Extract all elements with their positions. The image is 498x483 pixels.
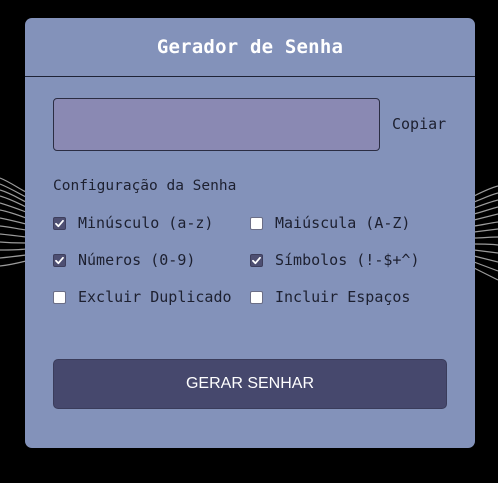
settings-title: Configuração da Senha [53,178,237,194]
password-generator-card: Gerador de Senha Copiar Configuração da … [25,18,475,448]
option-lowercase[interactable]: Minúsculo (a-z) [53,213,213,233]
copy-button[interactable]: Copiar [392,115,446,133]
check-icon [55,219,64,227]
card-header: Gerador de Senha [25,18,475,77]
option-include-spaces[interactable]: Incluir Espaços [250,287,410,307]
option-label: Maiúscula (A-Z) [275,214,411,232]
option-uppercase[interactable]: Maiúscula (A-Z) [250,213,410,233]
option-label: Números (0-9) [78,251,196,269]
checkbox-lowercase[interactable] [53,216,66,230]
option-exclude-duplicate[interactable]: Excluir Duplicado [53,287,232,307]
option-label: Minúsculo (a-z) [78,214,214,232]
option-label: Incluir Espaços [275,288,411,306]
page-title: Gerador de Senha [156,36,344,58]
check-icon [252,256,261,264]
option-symbols[interactable]: Símbolos (!-$+^) [250,250,420,270]
checkbox-exclude-duplicate[interactable] [53,290,66,304]
option-numbers[interactable]: Números (0-9) [53,250,195,270]
checkbox-symbols[interactable] [250,253,263,267]
option-label: Excluir Duplicado [78,288,232,306]
option-label: Símbolos (!-$+^) [275,251,420,269]
checkbox-uppercase[interactable] [250,216,263,230]
password-output-field[interactable] [53,98,380,151]
generate-password-button[interactable]: GERAR SENHAR [53,359,447,409]
check-icon [55,256,64,264]
checkbox-numbers[interactable] [53,253,66,267]
checkbox-include-spaces[interactable] [250,290,263,304]
password-row: Copiar [53,98,449,151]
